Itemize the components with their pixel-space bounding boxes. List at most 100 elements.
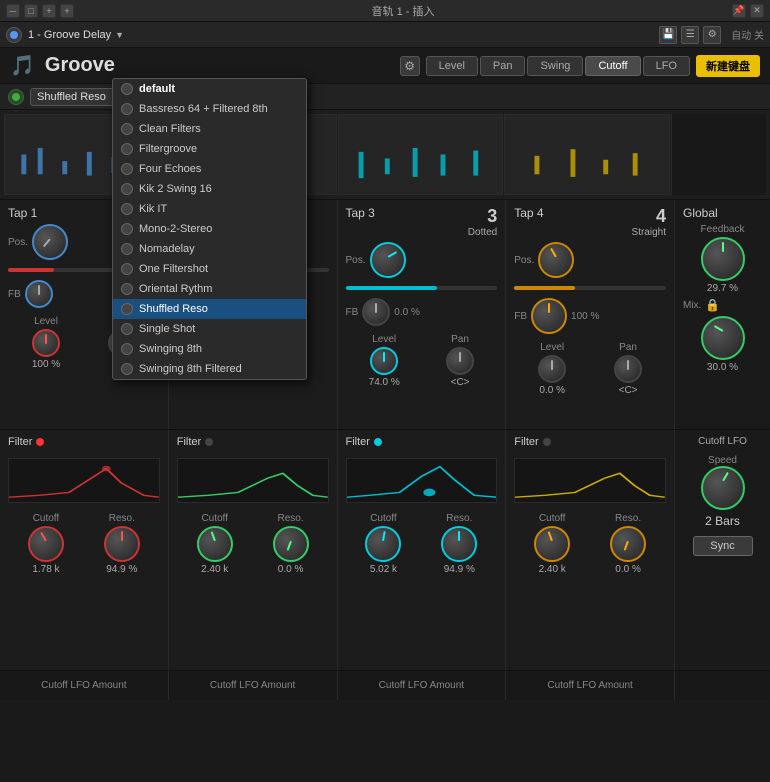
preset-icon-cleanfilters [121, 123, 133, 135]
preset-option-default[interactable]: default [113, 79, 306, 99]
preset-icon-default [121, 83, 133, 95]
tap-4-pan-knob[interactable] [614, 355, 642, 383]
filter-1-reso-knob[interactable] [104, 526, 140, 562]
preset-power-btn[interactable] [8, 89, 24, 105]
title-bar: ─ □ + + 音轨 1 - 插入 📌 ✕ [0, 0, 770, 22]
settings-icon[interactable]: ⚙ [703, 26, 721, 44]
preset-option-bassreso[interactable]: Bassreso 64 + Filtered 8th [113, 99, 306, 119]
lfo-amount-3: Cutoff LFO Amount [338, 671, 507, 700]
tap-4-level-value: 0.0 % [539, 385, 565, 396]
tap-1-level-label: Level [34, 316, 58, 327]
preset-option-filtergroove[interactable]: Filtergroove [113, 139, 306, 159]
new-keybind-button[interactable]: 新建键盘 [696, 55, 760, 77]
filter-2-cutoff-label: Cutoff [201, 513, 228, 524]
preset-option-swinging8th[interactable]: Swinging 8th [113, 339, 306, 359]
preset-option-swinging8thfiltered[interactable]: Swinging 8th Filtered [113, 359, 306, 379]
plugin-bar: 1 - Groove Delay ▼ 💾 ☰ ⚙ 自动 关 [0, 22, 770, 48]
filter-1-cutoff-knob[interactable] [28, 526, 64, 562]
preset-name: Shuffled Reso [37, 91, 106, 103]
tab-lfo[interactable]: LFO [643, 56, 690, 76]
gear-button[interactable]: ⚙ [400, 56, 420, 76]
plugin-selector[interactable]: 1 - Groove Delay ▼ [28, 29, 124, 41]
tap-3-level-knob[interactable] [370, 347, 398, 375]
maximize-button[interactable]: □ [24, 4, 38, 18]
pin-button[interactable]: 📌 [732, 4, 746, 18]
preset-option-fourechoes[interactable]: Four Echoes [113, 159, 306, 179]
filter-1-led[interactable] [36, 438, 44, 446]
lfo-amount-2: Cutoff LFO Amount [169, 671, 338, 700]
tap-3-pan-knob[interactable] [446, 347, 474, 375]
mix-lock-row: Mix. 🔒 [683, 298, 762, 312]
add-tab-button[interactable]: + [60, 4, 74, 18]
preset-option-kik2swing[interactable]: Kik 2 Swing 16 [113, 179, 306, 199]
tap-4-column: Tap 4 4 Straight Pos. FB 100 % Level [506, 200, 675, 429]
filters-row: Filter Cutoff 1.78 k Reso. 94. [0, 430, 770, 670]
filter-3-reso-group: Reso. 94.9 % [441, 513, 477, 575]
preset-option-singleshot[interactable]: Single Shot [113, 319, 306, 339]
lock-icon[interactable]: 🔒 [705, 298, 720, 312]
tap-3-slider[interactable] [346, 286, 498, 290]
preset-option-onefiltershot[interactable]: One Filtershot [113, 259, 306, 279]
tab-pan[interactable]: Pan [480, 56, 526, 76]
lfo-amount-4: Cutoff LFO Amount [506, 671, 675, 700]
tab-level[interactable]: Level [426, 56, 478, 76]
window-close-button[interactable]: ✕ [750, 4, 764, 18]
filter-2-column: Filter Cutoff 2.40 k Reso. 0.0 % [169, 430, 338, 670]
preset-option-cleanfilters-label: Clean Filters [139, 123, 201, 135]
waveform-track-4 [504, 114, 670, 195]
filter-3-led[interactable] [374, 438, 382, 446]
cutoff-lfo-speed-label: Speed [708, 455, 737, 466]
preset-option-filtergroove-label: Filtergroove [139, 143, 197, 155]
close-button[interactable]: + [42, 4, 56, 18]
tap-3-level-knob-group: Level 74.0 % [369, 334, 400, 388]
preset-option-kikit[interactable]: Kik IT [113, 199, 306, 219]
filter-2-cutoff-knob[interactable] [197, 526, 233, 562]
preset-option-cleanfilters[interactable]: Clean Filters [113, 119, 306, 139]
filter-4-header: Filter [514, 436, 666, 448]
tab-cutoff[interactable]: Cutoff [585, 56, 640, 76]
tap-3-pos-knob[interactable] [370, 242, 406, 278]
global-mix-knob[interactable] [701, 316, 745, 360]
tap-1-pos-knob[interactable] [32, 224, 68, 260]
filter-2-led[interactable] [205, 438, 213, 446]
preset-option-nomadelay[interactable]: Nomadelay [113, 239, 306, 259]
filter-4-cutoff-knob[interactable] [534, 526, 570, 562]
tap-4-slider[interactable] [514, 286, 666, 290]
filter-4-reso-value: 0.0 % [615, 564, 641, 575]
filter-4-led[interactable] [543, 438, 551, 446]
global-mix-group: 30.0 % [683, 316, 762, 373]
filter-4-reso-group: Reso. 0.0 % [610, 513, 646, 575]
tap-1-fb-knob[interactable] [25, 280, 53, 308]
filter-2-reso-value: 0.0 % [278, 564, 304, 575]
tab-swing[interactable]: Swing [527, 56, 583, 76]
tap-1-level-knob[interactable] [32, 329, 60, 357]
preset-option-shuffledreso[interactable]: Shuffled Reso [113, 299, 306, 319]
filter-3-reso-knob[interactable] [441, 526, 477, 562]
tap-4-pos-knob[interactable] [538, 242, 574, 278]
tap-3-pan-label: Pan [451, 334, 469, 345]
save-icon[interactable]: 💾 [659, 26, 677, 44]
tap-1-level-knob-group: Level 100 % [32, 316, 60, 370]
preset-option-orientalrythm[interactable]: Oriental Rythm [113, 279, 306, 299]
waveform-track-3 [338, 114, 504, 195]
filter-2-reso-knob[interactable] [273, 526, 309, 562]
cutoff-lfo-title: Cutoff LFO [683, 436, 762, 447]
power-button[interactable] [6, 27, 22, 43]
tap-4-pos-number: 4 [616, 206, 666, 227]
power-indicator [10, 31, 18, 39]
tap-3-fb-knob[interactable] [362, 298, 390, 326]
cutoff-lfo-sync-button[interactable]: Sync [693, 536, 753, 556]
tap-4-level-knob[interactable] [538, 355, 566, 383]
minimize-button[interactable]: ─ [6, 4, 20, 18]
tap-4-fb-knob[interactable] [531, 298, 567, 334]
cutoff-lfo-speed-knob[interactable] [701, 466, 745, 510]
menu-icon[interactable]: ☰ [681, 26, 699, 44]
filter-3-cutoff-knob[interactable] [365, 526, 401, 562]
preset-option-swinging8thfiltered-label: Swinging 8th Filtered [139, 363, 242, 375]
tap-4-pan-label: Pan [619, 342, 637, 353]
preset-option-mono2stereo[interactable]: Mono-2-Stereo [113, 219, 306, 239]
global-feedback-knob[interactable] [701, 237, 745, 281]
filter-1-cutoff-label: Cutoff [33, 513, 60, 524]
filter-2-knobs: Cutoff 2.40 k Reso. 0.0 % [177, 513, 329, 575]
filter-4-reso-knob[interactable] [610, 526, 646, 562]
